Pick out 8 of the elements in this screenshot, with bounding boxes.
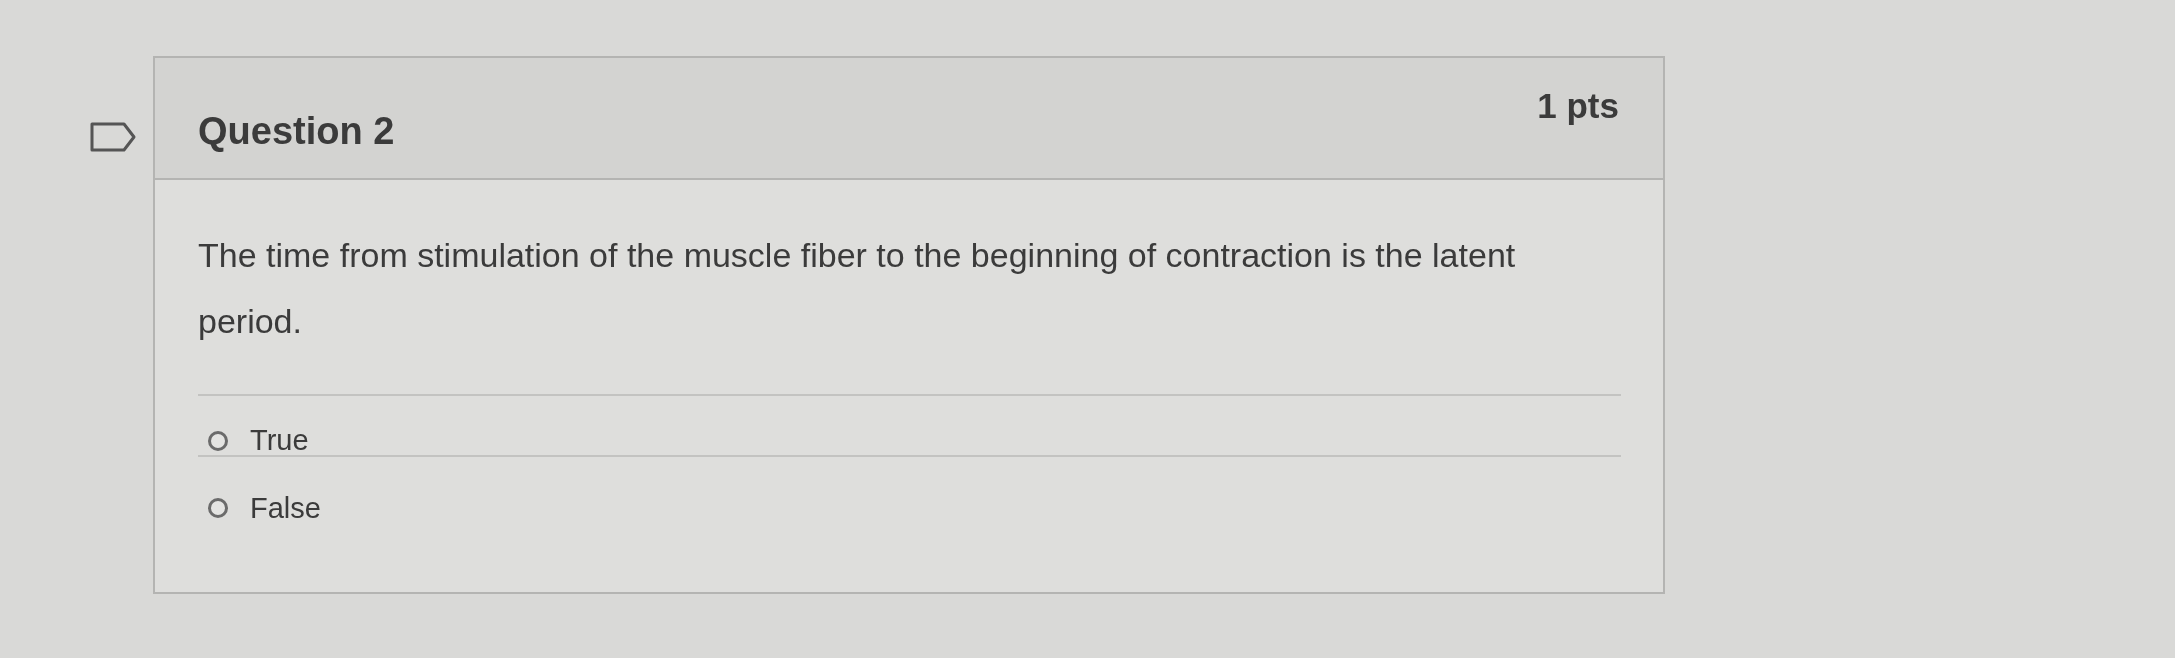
radio-button[interactable]: [208, 498, 228, 518]
answer-label[interactable]: False: [250, 491, 321, 525]
question-text: The time from stimulation of the muscle fiber to the beginning of contraction is the latent period.: [198, 235, 1517, 342]
radio-button[interactable]: [208, 430, 228, 451]
answer-label[interactable]: True: [250, 424, 309, 457]
flag-icon[interactable]: [90, 122, 136, 152]
points-label: 1 pts: [1537, 86, 1619, 126]
question-title: Question 2: [198, 110, 395, 153]
